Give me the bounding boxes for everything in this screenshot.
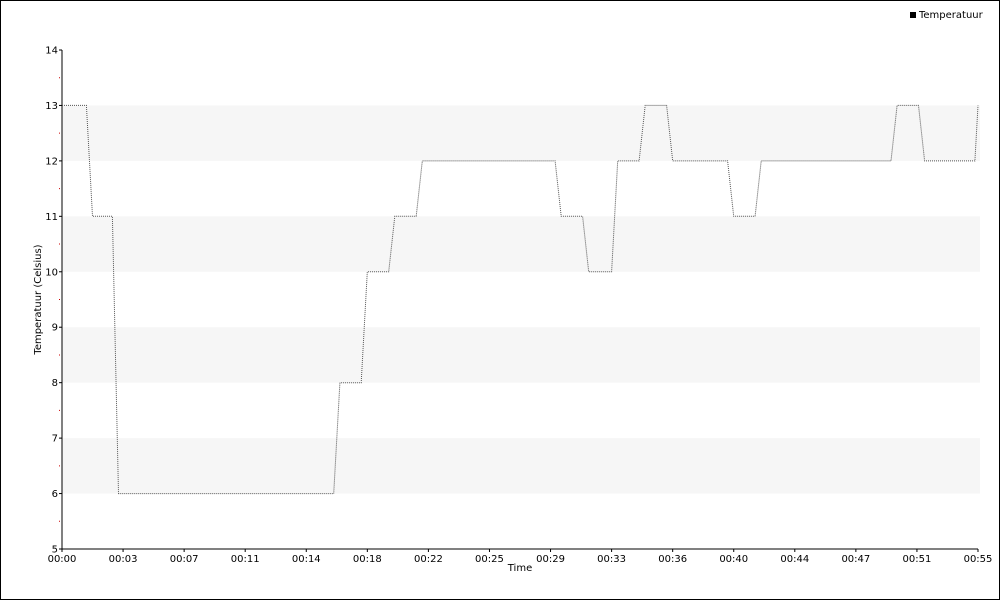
x-tick-label: 00:40	[719, 554, 748, 565]
y-ticks: 567891011121314	[45, 46, 62, 556]
y-tick-label: 12	[45, 156, 58, 167]
x-tick-label: 00:55	[964, 554, 993, 565]
x-tick-label: 00:47	[841, 554, 870, 565]
x-tick-label: 00:51	[903, 554, 932, 565]
y-axis-title: Temperatuur (Celsius)	[33, 244, 44, 355]
x-axis-title: Time	[507, 563, 532, 574]
y-tick-label: 13	[45, 101, 58, 112]
grid-band	[62, 327, 980, 383]
legend: Temperatuur	[910, 10, 984, 21]
y-tick-label: 14	[45, 46, 58, 57]
line-chart: 567891011121314 00:00 00:03 00:07 00:11 00:1…	[33, 10, 993, 574]
x-tick-label: 00:33	[597, 554, 626, 565]
x-tick-label: 00:25	[475, 554, 504, 565]
x-tick-label: 00:29	[536, 554, 565, 565]
x-tick-label: 00:11	[231, 554, 260, 565]
grid-bands	[62, 105, 980, 494]
x-tick-label: 00:18	[353, 554, 382, 565]
y-tick-label: 11	[45, 212, 58, 223]
x-tick-label: 00:14	[292, 554, 321, 565]
y-tick-label: 6	[52, 489, 58, 500]
x-tick-label: 00:00	[48, 554, 77, 565]
y-tick-label: 9	[52, 323, 58, 334]
grid-band	[62, 105, 980, 161]
legend-swatch	[910, 12, 916, 18]
grid-band	[62, 216, 980, 272]
x-tick-label: 00:07	[170, 554, 199, 565]
x-tick-label: 00:03	[109, 554, 138, 565]
y-tick-label: 7	[52, 434, 58, 445]
y-tick-label: 10	[45, 267, 58, 278]
x-tick-label: 00:36	[658, 554, 687, 565]
temperature-line	[62, 104, 979, 495]
y-tick-label: 8	[52, 378, 58, 389]
legend-label-temperatuur: Temperatuur	[918, 10, 984, 21]
grid-band	[62, 438, 980, 494]
x-tick-label: 00:44	[780, 554, 809, 565]
x-tick-label: 00:22	[414, 554, 443, 565]
